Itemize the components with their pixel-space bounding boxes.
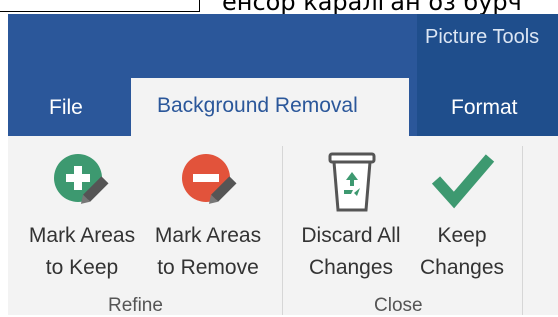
picture-tools-label: Picture Tools (425, 26, 540, 48)
recycle-bin-icon (328, 152, 376, 212)
group-separator (282, 146, 283, 315)
discard-label-line2: Changes (308, 256, 394, 279)
group-label-close: Close (374, 295, 423, 316)
mark-areas-to-remove-button[interactable]: Mark Areas to Remove (144, 146, 272, 296)
tab-file[interactable]: File (49, 96, 83, 120)
tab-format[interactable]: Format (451, 96, 518, 120)
checkmark-icon (431, 154, 495, 209)
plus-pencil-icon (54, 154, 109, 204)
mark-keep-label-line1: Mark Areas (28, 224, 136, 247)
group-label-refine: Refine (108, 295, 163, 316)
minus-pencil-icon (182, 154, 237, 204)
keep-changes-button[interactable]: Keep Changes (412, 146, 512, 296)
keep-label-line2: Changes (419, 256, 505, 279)
group-separator-right (522, 146, 523, 315)
keep-label-line1: Keep (437, 224, 487, 247)
mark-areas-to-keep-button[interactable]: Mark Areas to Keep (18, 146, 142, 296)
discard-all-changes-button[interactable]: Discard All Changes (290, 146, 412, 296)
mark-remove-label-line2: to Remove (157, 256, 259, 279)
discard-label-line1: Discard All (301, 224, 401, 247)
mark-remove-label-line1: Mark Areas (154, 224, 262, 247)
mark-keep-label-line2: to Keep (45, 256, 119, 279)
tab-background-removal-label[interactable]: Background Removal (157, 94, 358, 118)
document-border (0, 0, 200, 12)
document-top-strip: енсор каралган оз бурч (0, 0, 558, 16)
